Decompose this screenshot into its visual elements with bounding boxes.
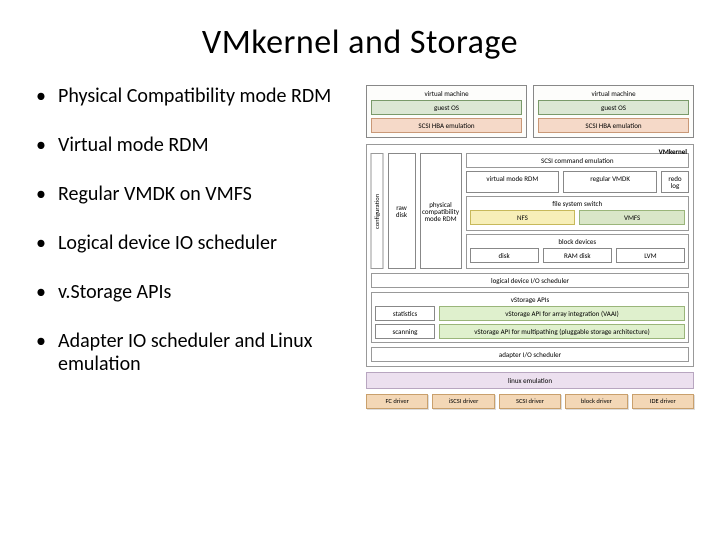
bullet-list: Physical Compatibility mode RDM Virtual …: [36, 85, 366, 409]
nfs-box: NFS: [470, 210, 576, 225]
bullet-item: Virtual mode RDM: [36, 134, 366, 157]
redo-log-box: redo log: [661, 171, 689, 193]
bullet-item: Adapter IO scheduler and Linux emulation: [36, 330, 366, 376]
file-system-switch-label: file system switch: [470, 200, 686, 207]
block-devices-box: block devices disk RAM disk LVM: [466, 234, 690, 269]
vm-box: virtual machine guest OS SCSI HBA emulat…: [533, 85, 694, 138]
bullet-item: Regular VMDK on VMFS: [36, 183, 366, 206]
bullet-item: v.Storage APIs: [36, 281, 366, 304]
fc-driver-box: FC driver: [366, 394, 428, 409]
block-driver-box: block driver: [565, 394, 627, 409]
slide-body: Physical Compatibility mode RDM Virtual …: [0, 85, 720, 409]
scsi-hba-emulation-box: SCSI HBA emulation: [371, 118, 522, 133]
guest-os-box: guest OS: [371, 100, 522, 115]
vmkernel-container: VMkernel configuration raw disk physical…: [366, 144, 694, 367]
linux-emulation-box: linux emulation: [366, 372, 694, 389]
ram-disk-box: RAM disk: [543, 248, 612, 263]
scsi-stack-column: SCSI command emulation virtual mode RDM …: [466, 153, 690, 269]
bullet-item: Physical Compatibility mode RDM: [36, 85, 366, 108]
scsi-cmd-emulation-box: SCSI command emulation: [466, 153, 690, 168]
configuration-box: configuration: [371, 153, 384, 269]
vstorage-apis-box: vStorage APIs statistics vStorage API fo…: [371, 292, 689, 343]
vm-row: virtual machine guest OS SCSI HBA emulat…: [366, 85, 694, 138]
drivers-row: FC driver iSCSI driver SCSI driver block…: [366, 394, 694, 409]
logical-io-scheduler-box: logical device I/O scheduler: [371, 273, 689, 288]
vmkernel-label: VMkernel: [659, 148, 687, 155]
scsi-hba-emulation-box: SCSI HBA emulation: [538, 118, 689, 133]
architecture-diagram: virtual machine guest OS SCSI HBA emulat…: [366, 85, 694, 409]
iscsi-driver-box: iSCSI driver: [432, 394, 494, 409]
phys-rdm-box: physical compatibility mode RDM: [420, 153, 462, 269]
vmfs-box: VMFS: [579, 210, 685, 225]
bullet-item: Logical device IO scheduler: [36, 232, 366, 255]
file-system-switch-box: file system switch NFS VMFS: [466, 196, 690, 231]
slide-title: VMkernel and Storage: [0, 0, 720, 63]
ide-driver-box: IDE driver: [632, 394, 694, 409]
statistics-box: statistics: [375, 306, 435, 321]
regular-vmdk-box: regular VMDK: [563, 171, 657, 193]
guest-os-box: guest OS: [538, 100, 689, 115]
vm-caption: virtual machine: [371, 90, 522, 97]
adapter-io-scheduler-box: adapter I/O scheduler: [371, 347, 689, 362]
vstorage-apis-label: vStorage APIs: [375, 296, 685, 303]
scsi-driver-box: SCSI driver: [499, 394, 561, 409]
vm-caption: virtual machine: [538, 90, 689, 97]
virtual-rdm-box: virtual mode RDM: [466, 171, 560, 193]
slide: VMkernel and Storage Physical Compatibil…: [0, 0, 720, 540]
block-devices-label: block devices: [470, 238, 686, 245]
vm-box: virtual machine guest OS SCSI HBA emulat…: [366, 85, 527, 138]
vaai-box: vStorage API for array integration (VAAI…: [439, 306, 685, 321]
multipathing-box: vStorage API for multipathing (pluggable…: [439, 324, 685, 339]
raw-disk-box: raw disk: [388, 153, 416, 269]
scanning-box: scanning: [375, 324, 435, 339]
disk-box: disk: [470, 248, 539, 263]
lvm-box: LVM: [616, 248, 685, 263]
